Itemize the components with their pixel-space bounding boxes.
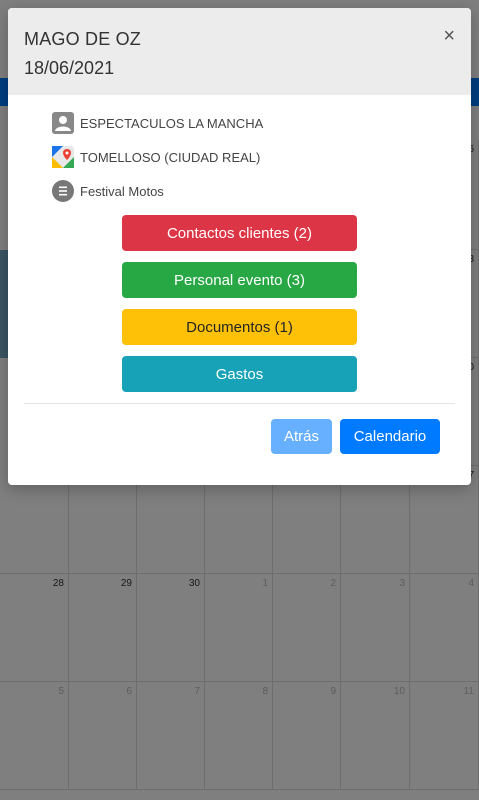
map-pin-icon [52, 146, 74, 168]
back-button[interactable]: Atrás [271, 419, 332, 454]
modal-header: MAGO DE OZ 18/06/2021 × [8, 8, 471, 95]
info-row-client: ESPECTACULOS LA MANCHA [52, 111, 263, 135]
documents-button[interactable]: Documentos (1) [122, 309, 357, 345]
info-row-event: Festival Motos [52, 179, 164, 203]
location-name: TOMELLOSO (CIUDAD REAL) [80, 149, 261, 165]
info-row-location[interactable]: TOMELLOSO (CIUDAD REAL) [52, 145, 260, 169]
expenses-button[interactable]: Gastos [122, 356, 357, 392]
modal-divider [24, 403, 455, 404]
modal-title: MAGO DE OZ [24, 29, 142, 49]
close-button[interactable]: × [443, 26, 455, 46]
list-icon [52, 180, 74, 202]
contacts-button[interactable]: Contactos clientes (2) [122, 215, 357, 251]
staff-button[interactable]: Personal evento (3) [122, 262, 357, 298]
calendar-button[interactable]: Calendario [340, 419, 440, 454]
person-icon [52, 112, 74, 134]
event-modal: MAGO DE OZ 18/06/2021 × ESPECTACULOS LA … [8, 8, 471, 485]
client-name: ESPECTACULOS LA MANCHA [80, 115, 264, 131]
event-name: Festival Motos [80, 183, 164, 199]
modal-date: 18/06/2021 [24, 58, 115, 78]
